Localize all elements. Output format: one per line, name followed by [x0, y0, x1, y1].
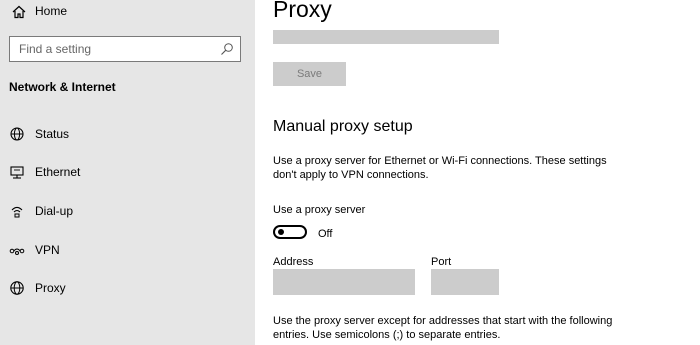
dial-up-icon: [9, 203, 25, 219]
manual-proxy-heading: Manual proxy setup: [273, 118, 413, 135]
setup-script-address-field[interactable]: [273, 30, 499, 44]
globe-icon: [9, 280, 25, 296]
sidebar-item-label: Proxy: [35, 281, 66, 295]
vpn-icon: [9, 242, 25, 258]
exception-note: Use the proxy server except for addresse…: [273, 315, 613, 341]
sidebar-item-dial-up[interactable]: Dial-up: [0, 195, 255, 227]
sidebar-item-label: Dial-up: [35, 204, 74, 218]
sidebar-item-label: Ethernet: [35, 165, 81, 179]
address-input[interactable]: [273, 269, 415, 295]
sidebar: Home Find a setting Network & Internet S…: [0, 0, 255, 345]
use-proxy-toggle[interactable]: [273, 225, 307, 239]
sidebar-item-label: VPN: [35, 243, 60, 257]
search-icon[interactable]: [220, 42, 234, 56]
use-proxy-label: Use a proxy server: [273, 204, 366, 216]
sidebar-item-proxy[interactable]: Proxy: [0, 272, 255, 304]
search-input[interactable]: Find a setting: [9, 36, 241, 62]
toggle-state-label: Off: [318, 228, 333, 240]
home-nav-item[interactable]: Home: [0, 0, 255, 24]
sidebar-item-label: Status: [35, 127, 70, 141]
sidebar-item-vpn[interactable]: VPN: [0, 234, 255, 266]
port-input[interactable]: [431, 269, 499, 295]
home-icon: [11, 4, 27, 20]
section-title: Network & Internet: [9, 80, 116, 94]
address-label: Address: [273, 256, 314, 268]
search-placeholder: Find a setting: [19, 42, 92, 56]
home-label: Home: [35, 4, 68, 18]
ethernet-icon: [9, 164, 25, 180]
manual-proxy-description: Use a proxy server for Ethernet or Wi-Fi…: [273, 155, 607, 181]
save-button[interactable]: Save: [273, 62, 346, 86]
main-content: Proxy Save Manual proxy setup Use a prox…: [255, 0, 700, 345]
sidebar-item-ethernet[interactable]: Ethernet: [0, 156, 255, 188]
globe-status-icon: [9, 126, 25, 142]
sidebar-item-status[interactable]: Status: [0, 118, 255, 150]
page-title: Proxy: [273, 0, 332, 22]
port-label: Port: [431, 256, 452, 268]
toggle-knob: [278, 229, 284, 235]
